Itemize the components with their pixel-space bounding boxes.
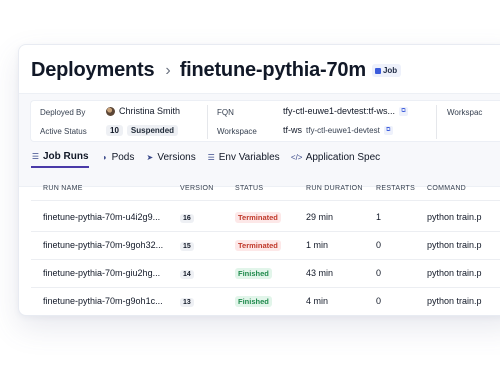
duration-cell: 29 min bbox=[306, 212, 334, 222]
copy-icon[interactable]: ⧉ bbox=[383, 125, 393, 135]
table-row[interactable]: finetune-pythia-70m-g9oh1c... 13 Finishe… bbox=[31, 287, 500, 315]
active-status-value: 10 Suspended bbox=[106, 125, 179, 136]
status-badge: Terminated bbox=[235, 212, 281, 223]
deployed-by-name: Christina Smith bbox=[119, 106, 181, 116]
deployment-card: Deployments › finetune-pythia-70m Job De… bbox=[18, 44, 500, 316]
copy-icon[interactable]: ⧉ bbox=[399, 106, 409, 116]
active-status-label: Active Status bbox=[40, 127, 87, 136]
column-header-version[interactable]: VERSION bbox=[180, 185, 214, 192]
tab-application-spec[interactable]: </> Application Spec bbox=[290, 152, 381, 167]
avatar bbox=[106, 106, 115, 116]
tab-job-runs[interactable]: ☰ Job Runs bbox=[31, 151, 89, 168]
deployed-by-value: Christina Smith bbox=[106, 106, 180, 116]
fqn-value: tfy-ctl-euwe1-devtest:tf-ws... ⧉ bbox=[283, 106, 409, 116]
tab-versions[interactable]: ➤ Versions bbox=[145, 152, 196, 167]
list-icon: ☰ bbox=[31, 152, 40, 161]
fqn-label: FQN bbox=[217, 108, 234, 117]
workspace-name[interactable]: tf-ws bbox=[283, 125, 302, 135]
info-divider bbox=[436, 105, 437, 139]
column-header-restarts[interactable]: RESTARTS bbox=[376, 185, 415, 192]
list-icon: ☰ bbox=[207, 153, 215, 162]
type-badge: Job bbox=[371, 64, 402, 77]
restarts-cell: 1 bbox=[376, 212, 382, 222]
duration-cell: 1 min bbox=[306, 240, 329, 250]
column-header-run-duration[interactable]: RUN DURATION bbox=[306, 185, 363, 192]
command-cell: python train.p bbox=[427, 212, 482, 222]
info-panel: Deployed By Christina Smith Active Statu… bbox=[19, 93, 500, 187]
type-badge-label: Job bbox=[382, 66, 398, 75]
command-cell: python train.p bbox=[427, 296, 482, 306]
page-title: finetune-pythia-70m bbox=[179, 59, 366, 81]
run-name-cell[interactable]: finetune-pythia-70m-u4i2g9... bbox=[43, 212, 160, 222]
duration-cell: 43 min bbox=[306, 268, 334, 278]
info-box: Deployed By Christina Smith Active Statu… bbox=[30, 100, 500, 142]
pods-icon: ◑ bbox=[101, 153, 107, 162]
active-status-count: 10 bbox=[106, 125, 123, 136]
rocket-icon: ➤ bbox=[146, 153, 154, 162]
tab-env-variables[interactable]: ☰ Env Variables bbox=[207, 152, 280, 167]
status-badge: Suspended bbox=[126, 125, 179, 136]
tab-label: Application Spec bbox=[305, 152, 381, 163]
tab-pods[interactable]: ◑ Pods bbox=[100, 152, 135, 167]
table-row[interactable]: finetune-pythia-70m-u4i2g9... 16 Termina… bbox=[31, 203, 500, 231]
tab-label: Pods bbox=[111, 152, 135, 163]
column-header-run-name[interactable]: RUN NAME bbox=[43, 185, 83, 192]
tab-label: Versions bbox=[157, 152, 196, 163]
command-cell: python train.p bbox=[427, 240, 482, 250]
duration-cell: 4 min bbox=[306, 296, 329, 306]
table-row[interactable]: finetune-pythia-70m-9goh32... 15 Termina… bbox=[31, 231, 500, 259]
tab-bar: ☰ Job Runs ◑ Pods ➤ Versions ☰ Env Varia… bbox=[31, 151, 391, 168]
breadcrumb-deployments[interactable]: Deployments bbox=[31, 59, 155, 82]
deployed-by-label: Deployed By bbox=[40, 108, 86, 117]
version-chip: 15 bbox=[180, 242, 194, 251]
fqn-text: tfy-ctl-euwe1-devtest:tf-ws... bbox=[283, 106, 396, 116]
status-badge: Terminated bbox=[235, 240, 281, 251]
restarts-cell: 0 bbox=[376, 240, 382, 250]
version-chip: 16 bbox=[180, 214, 194, 223]
restarts-cell: 0 bbox=[376, 268, 382, 278]
row-divider bbox=[31, 200, 500, 201]
status-badge: Finished bbox=[235, 296, 272, 307]
command-cell: python train.p bbox=[427, 268, 482, 278]
page-header: Deployments › finetune-pythia-70m Job bbox=[31, 59, 402, 82]
version-chip: 13 bbox=[180, 298, 194, 307]
workspace-cluster[interactable]: tfy-ctl-euwe1-devtest bbox=[306, 126, 380, 135]
tab-label: Env Variables bbox=[218, 152, 280, 163]
run-name-cell[interactable]: finetune-pythia-70m-9goh32... bbox=[43, 240, 163, 250]
column-header-status[interactable]: STATUS bbox=[235, 185, 263, 192]
version-chip: 14 bbox=[180, 270, 194, 279]
workspace-label: Workspace bbox=[217, 127, 257, 136]
column-header-command[interactable]: COMMAND bbox=[427, 185, 466, 192]
tab-label: Job Runs bbox=[43, 151, 89, 162]
workspace-right-label: Workspac bbox=[447, 108, 483, 117]
breadcrumb-separator: › bbox=[165, 61, 171, 79]
job-icon bbox=[374, 67, 381, 74]
table-row[interactable]: finetune-pythia-70m-giu2hg... 14 Finishe… bbox=[31, 259, 500, 287]
run-name-cell[interactable]: finetune-pythia-70m-g9oh1c... bbox=[43, 296, 163, 306]
workspace-value: tf-ws tfy-ctl-euwe1-devtest ⧉ bbox=[283, 125, 393, 135]
status-badge: Finished bbox=[235, 268, 272, 279]
code-icon: </> bbox=[290, 153, 303, 162]
info-divider bbox=[207, 105, 208, 139]
run-name-cell[interactable]: finetune-pythia-70m-giu2hg... bbox=[43, 268, 160, 278]
restarts-cell: 0 bbox=[376, 296, 382, 306]
